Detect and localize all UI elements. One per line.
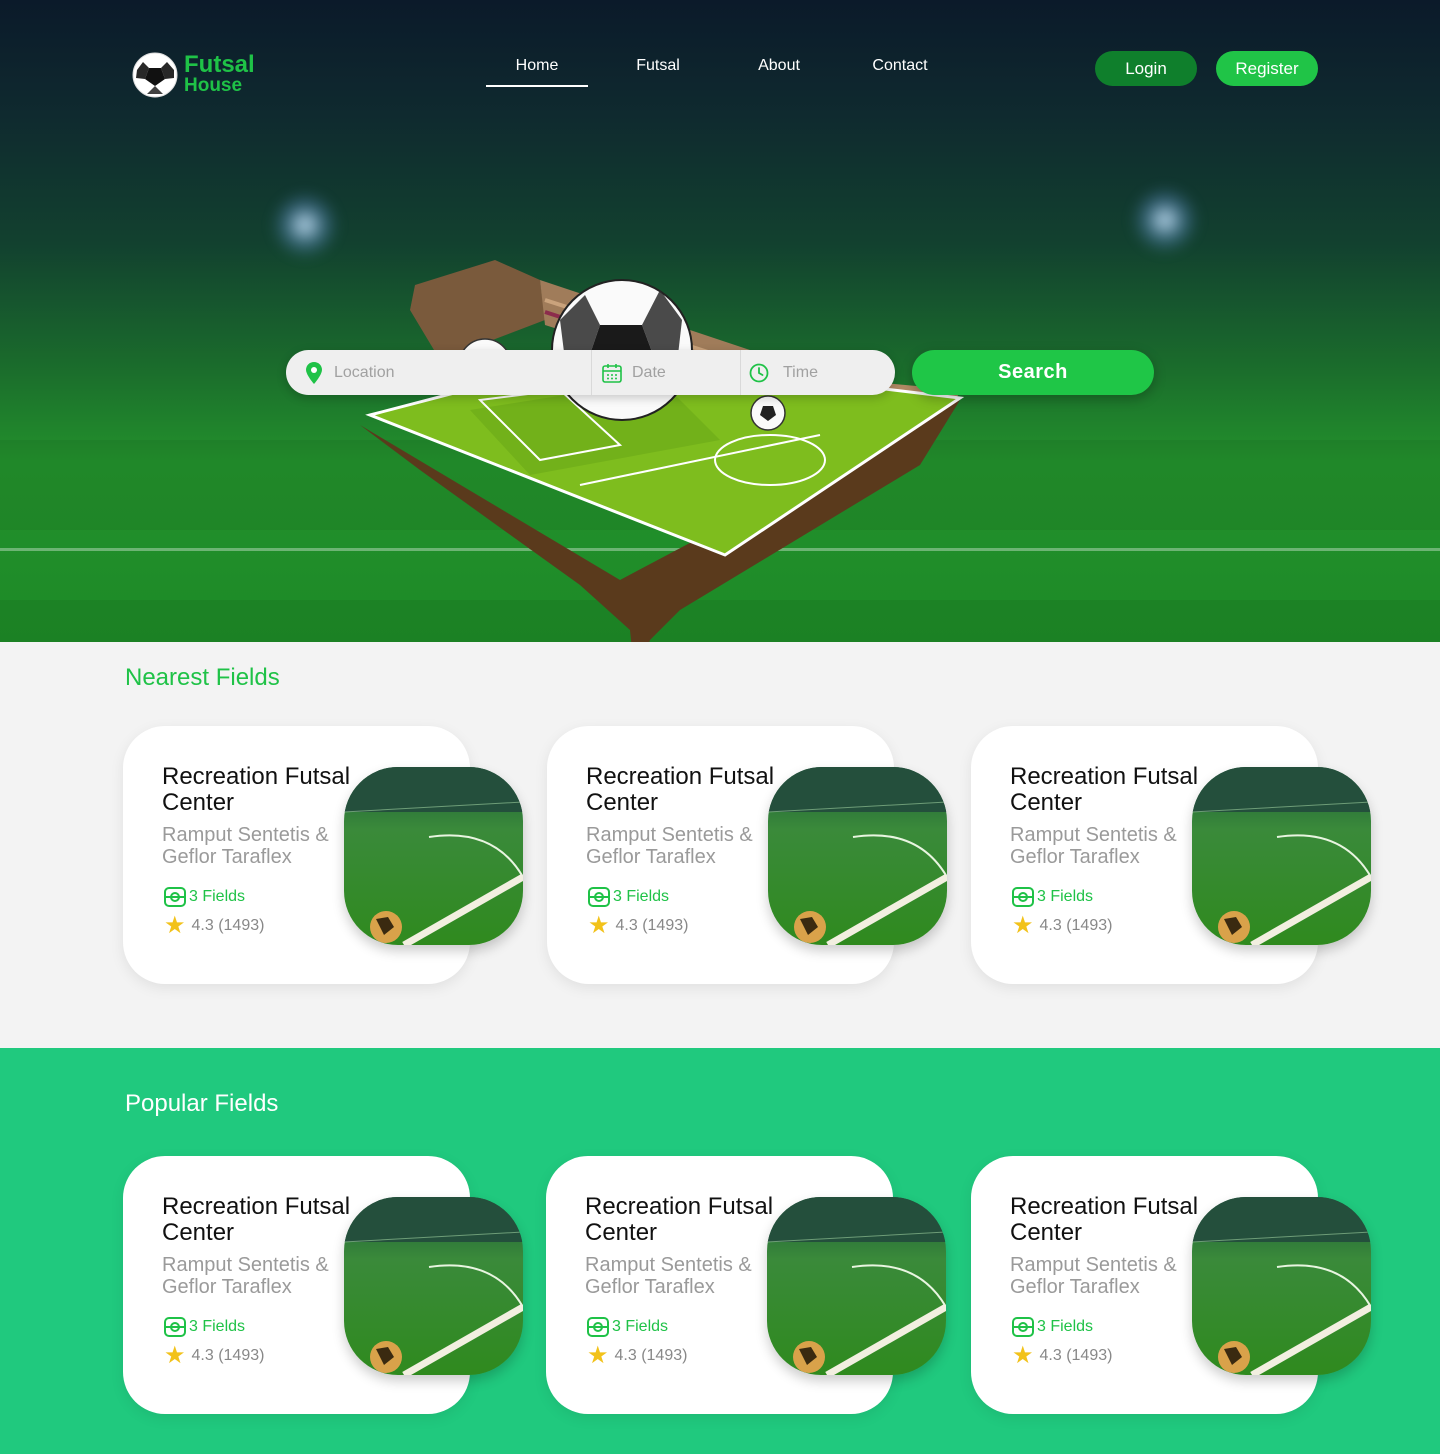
pitch-icon (587, 1317, 609, 1337)
field-card[interactable]: Recreation Futsal Center Ramput Sentetis… (547, 726, 947, 984)
fields-label: 3 Fields (189, 1318, 246, 1335)
field-photo (344, 767, 523, 945)
card-subtitle: Ramput Sentetis & Geflor Taraflex (162, 1254, 329, 1298)
field-card[interactable]: Recreation Futsal Center Ramput Sentetis… (971, 726, 1371, 984)
fields-count: 3 Fields (1012, 1316, 1093, 1338)
pitch-icon (164, 1317, 186, 1337)
time-segment[interactable] (741, 350, 891, 395)
nav-contact[interactable]: Contact (830, 57, 970, 87)
brand-name: Futsal House (184, 51, 255, 97)
fields-count: 3 Fields (587, 1316, 668, 1338)
fields-count: 3 Fields (164, 886, 245, 908)
card-subtitle: Ramput Sentetis & Geflor Taraflex (586, 824, 753, 868)
field-photo (767, 1197, 946, 1375)
main-nav: Home Futsal About Contact (486, 57, 970, 87)
field-photo (1192, 767, 1371, 945)
rating: ★ 4.3 (1493) (1012, 912, 1113, 939)
rating: ★ 4.3 (1493) (1012, 1342, 1113, 1369)
nav-home[interactable]: Home (486, 57, 588, 87)
field-photo (1192, 1197, 1371, 1375)
rating: ★ 4.3 (1493) (588, 912, 689, 939)
pitch-icon (1012, 887, 1034, 907)
rating: ★ 4.3 (1493) (587, 1342, 688, 1369)
rating: ★ 4.3 (1493) (164, 912, 265, 939)
time-input[interactable] (783, 363, 883, 382)
hero-banner: Futsal House Home Futsal About Contact L… (0, 0, 1440, 642)
star-icon: ★ (588, 912, 610, 939)
fields-label: 3 Fields (1037, 1318, 1094, 1335)
star-icon: ★ (164, 1342, 186, 1369)
location-pin-icon (306, 361, 322, 384)
register-button[interactable]: Register (1216, 51, 1318, 86)
fields-label: 3 Fields (1037, 888, 1094, 905)
floating-pitch-illustration (360, 260, 965, 642)
card-subtitle: Ramput Sentetis & Geflor Taraflex (162, 824, 329, 868)
fields-count: 3 Fields (588, 886, 669, 908)
brand-line1: Futsal (184, 51, 255, 78)
pitch-icon (164, 887, 186, 907)
search-button[interactable]: Search (912, 350, 1154, 395)
field-photo (768, 767, 947, 945)
search-bar (286, 350, 895, 395)
field-card[interactable]: Recreation Futsal Center Ramput Sentetis… (123, 726, 523, 984)
star-icon: ★ (1012, 1342, 1034, 1369)
rating-label: 4.3 (1493) (1039, 1347, 1113, 1364)
star-icon: ★ (1012, 912, 1034, 939)
brand-logo[interactable]: Futsal House (132, 52, 255, 98)
nav-about[interactable]: About (728, 57, 830, 87)
nav-futsal[interactable]: Futsal (588, 57, 728, 87)
brand-line2: House (184, 75, 243, 96)
soccer-ball-icon (132, 52, 178, 98)
field-card[interactable]: Recreation Futsal Center Ramput Sentetis… (546, 1156, 946, 1414)
card-subtitle: Ramput Sentetis & Geflor Taraflex (585, 1254, 752, 1298)
login-button[interactable]: Login (1095, 51, 1197, 86)
rating-label: 4.3 (1493) (191, 1347, 265, 1364)
pitch-icon (588, 887, 610, 907)
fields-count: 3 Fields (164, 1316, 245, 1338)
field-card[interactable]: Recreation Futsal Center Ramput Sentetis… (971, 1156, 1371, 1414)
star-icon: ★ (587, 1342, 609, 1369)
stadium-light (270, 190, 340, 260)
card-subtitle: Ramput Sentetis & Geflor Taraflex (1010, 824, 1177, 868)
section-title: Nearest Fields (125, 664, 280, 691)
stadium-light (1130, 185, 1200, 255)
date-input[interactable] (632, 363, 732, 382)
field-card[interactable]: Recreation Futsal Center Ramput Sentetis… (123, 1156, 523, 1414)
section-title: Popular Fields (125, 1090, 279, 1117)
fields-label: 3 Fields (613, 888, 670, 905)
location-input[interactable] (334, 363, 574, 382)
location-segment[interactable] (286, 350, 591, 395)
rating-label: 4.3 (1493) (1039, 917, 1113, 934)
calendar-icon (602, 363, 622, 383)
star-icon: ★ (164, 912, 186, 939)
rating: ★ 4.3 (1493) (164, 1342, 265, 1369)
rating-label: 4.3 (1493) (614, 1347, 688, 1364)
popular-fields-section: Popular Fields Recreation Futsal Center … (0, 1048, 1440, 1454)
clock-icon (749, 363, 769, 382)
rating-label: 4.3 (1493) (191, 917, 265, 934)
fields-label: 3 Fields (189, 888, 246, 905)
pitch-icon (1012, 1317, 1034, 1337)
nearest-fields-section: Nearest Fields Recreation Futsal Center … (0, 642, 1440, 1048)
card-subtitle: Ramput Sentetis & Geflor Taraflex (1010, 1254, 1177, 1298)
date-segment[interactable] (592, 350, 740, 395)
rating-label: 4.3 (1493) (615, 917, 689, 934)
field-photo (344, 1197, 523, 1375)
fields-count: 3 Fields (1012, 886, 1093, 908)
fields-label: 3 Fields (612, 1318, 669, 1335)
